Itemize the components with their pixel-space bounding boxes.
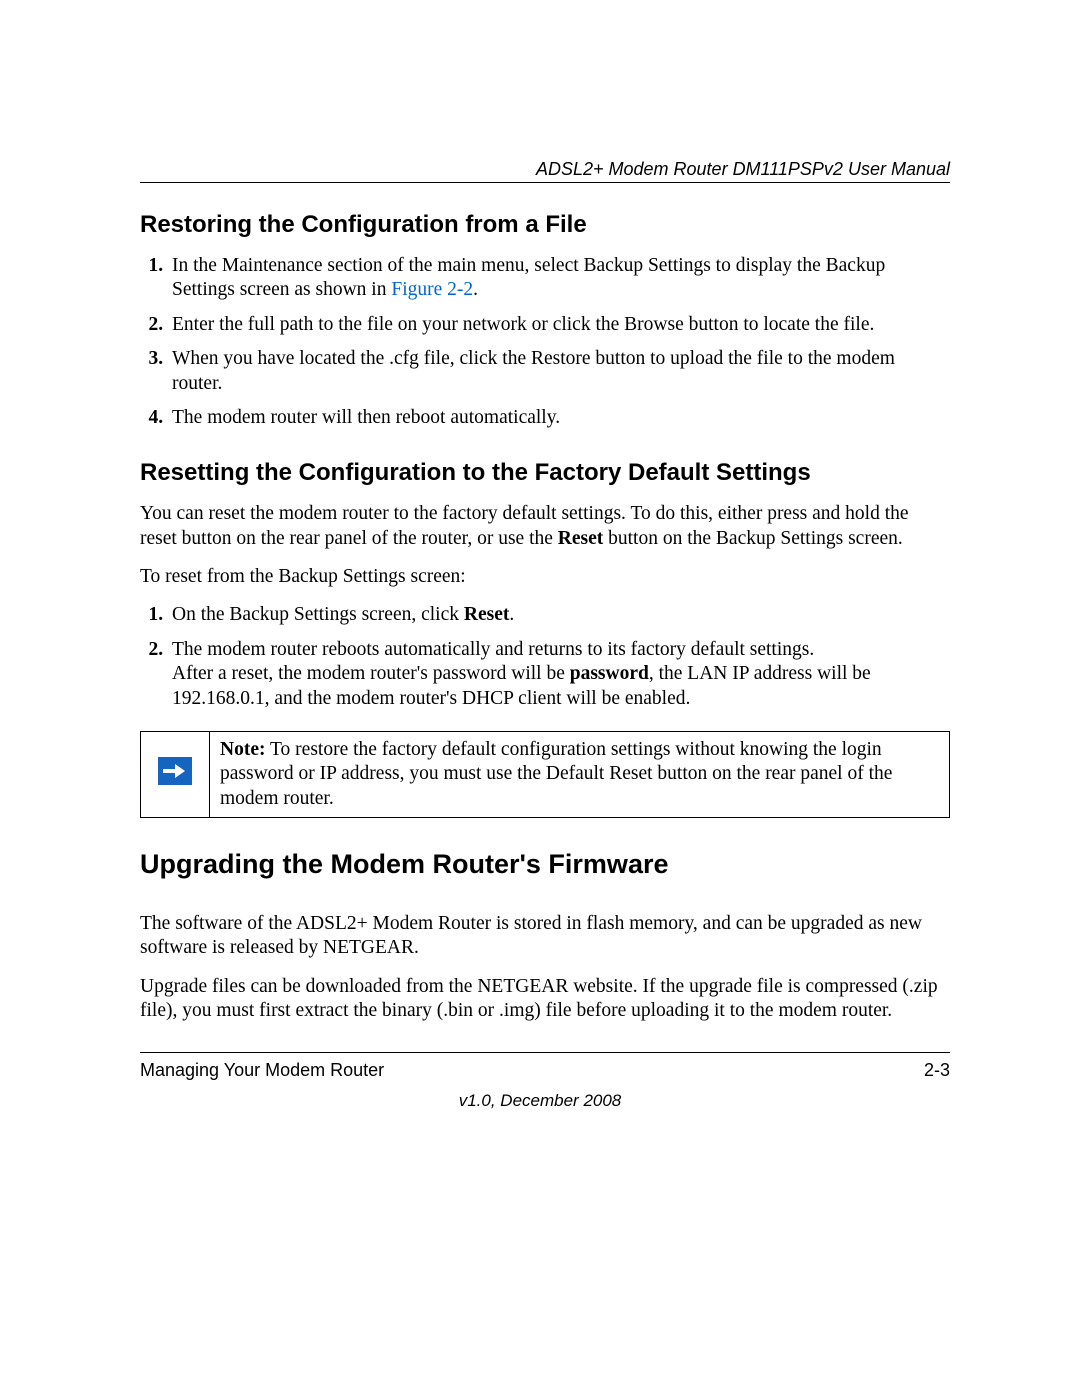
reset-steps-list: On the Backup Settings screen, click Res… bbox=[140, 603, 950, 711]
footer-line: Managing Your Modem Router 2-3 bbox=[140, 1059, 950, 1082]
body-paragraph: The software of the ADSL2+ Modem Router … bbox=[140, 912, 950, 961]
arrow-right-icon bbox=[158, 757, 192, 785]
footer-version: v1.0, December 2008 bbox=[0, 1090, 1080, 1111]
list-item: Enter the full path to the file on your … bbox=[168, 313, 950, 337]
body-paragraph: Upgrade files can be downloaded from the… bbox=[140, 975, 950, 1024]
paragraph-text: button on the Backup Settings screen. bbox=[603, 528, 903, 549]
step-text: . bbox=[509, 604, 514, 625]
document-page: ADSL2+ Modem Router DM111PSPv2 User Manu… bbox=[0, 0, 1080, 1397]
page-content: Restoring the Configuration from a File … bbox=[140, 210, 950, 1023]
bold-text: Reset bbox=[558, 528, 603, 549]
list-item: The modem router reboots automatically a… bbox=[168, 638, 950, 711]
note-body: To restore the factory default configura… bbox=[220, 739, 892, 809]
heading-resetting: Resetting the Configuration to the Facto… bbox=[140, 458, 950, 488]
body-paragraph: You can reset the modem router to the fa… bbox=[140, 502, 950, 551]
step-text: The modem router will then reboot automa… bbox=[172, 407, 560, 428]
list-item: On the Backup Settings screen, click Res… bbox=[168, 603, 950, 627]
step-text: On the Backup Settings screen, click bbox=[172, 604, 464, 625]
heading-upgrading: Upgrading the Modem Router's Firmware bbox=[140, 848, 950, 882]
list-item: The modem router will then reboot automa… bbox=[168, 406, 950, 430]
step-text: . bbox=[473, 279, 478, 300]
list-item: When you have located the .cfg file, cli… bbox=[168, 347, 950, 396]
running-header: ADSL2+ Modem Router DM111PSPv2 User Manu… bbox=[536, 158, 950, 181]
list-item: In the Maintenance section of the main m… bbox=[168, 254, 950, 303]
bold-text: password bbox=[570, 663, 649, 684]
step-text: When you have located the .cfg file, cli… bbox=[172, 348, 895, 393]
footer-page-number: 2-3 bbox=[924, 1059, 950, 1082]
step-text: The modem router reboots automatically a… bbox=[172, 639, 814, 660]
step-text: In the Maintenance section of the main m… bbox=[172, 255, 885, 300]
body-paragraph: To reset from the Backup Settings screen… bbox=[140, 565, 950, 589]
figure-link[interactable]: Figure 2-2 bbox=[391, 279, 473, 300]
note-box: Note: To restore the factory default con… bbox=[140, 731, 950, 818]
step-text: Enter the full path to the file on your … bbox=[172, 314, 874, 335]
restore-steps-list: In the Maintenance section of the main m… bbox=[140, 254, 950, 430]
note-text-cell: Note: To restore the factory default con… bbox=[210, 731, 950, 817]
footer-rule bbox=[140, 1052, 950, 1053]
note-label: Note: bbox=[220, 739, 265, 760]
bold-text: Reset bbox=[464, 604, 509, 625]
heading-restoring: Restoring the Configuration from a File bbox=[140, 210, 950, 240]
header-rule bbox=[140, 182, 950, 183]
body-paragraph: After a reset, the modem router's passwo… bbox=[172, 662, 950, 711]
note-icon-cell bbox=[141, 731, 210, 817]
footer-section-name: Managing Your Modem Router bbox=[140, 1059, 384, 1082]
paragraph-text: After a reset, the modem router's passwo… bbox=[172, 663, 570, 684]
